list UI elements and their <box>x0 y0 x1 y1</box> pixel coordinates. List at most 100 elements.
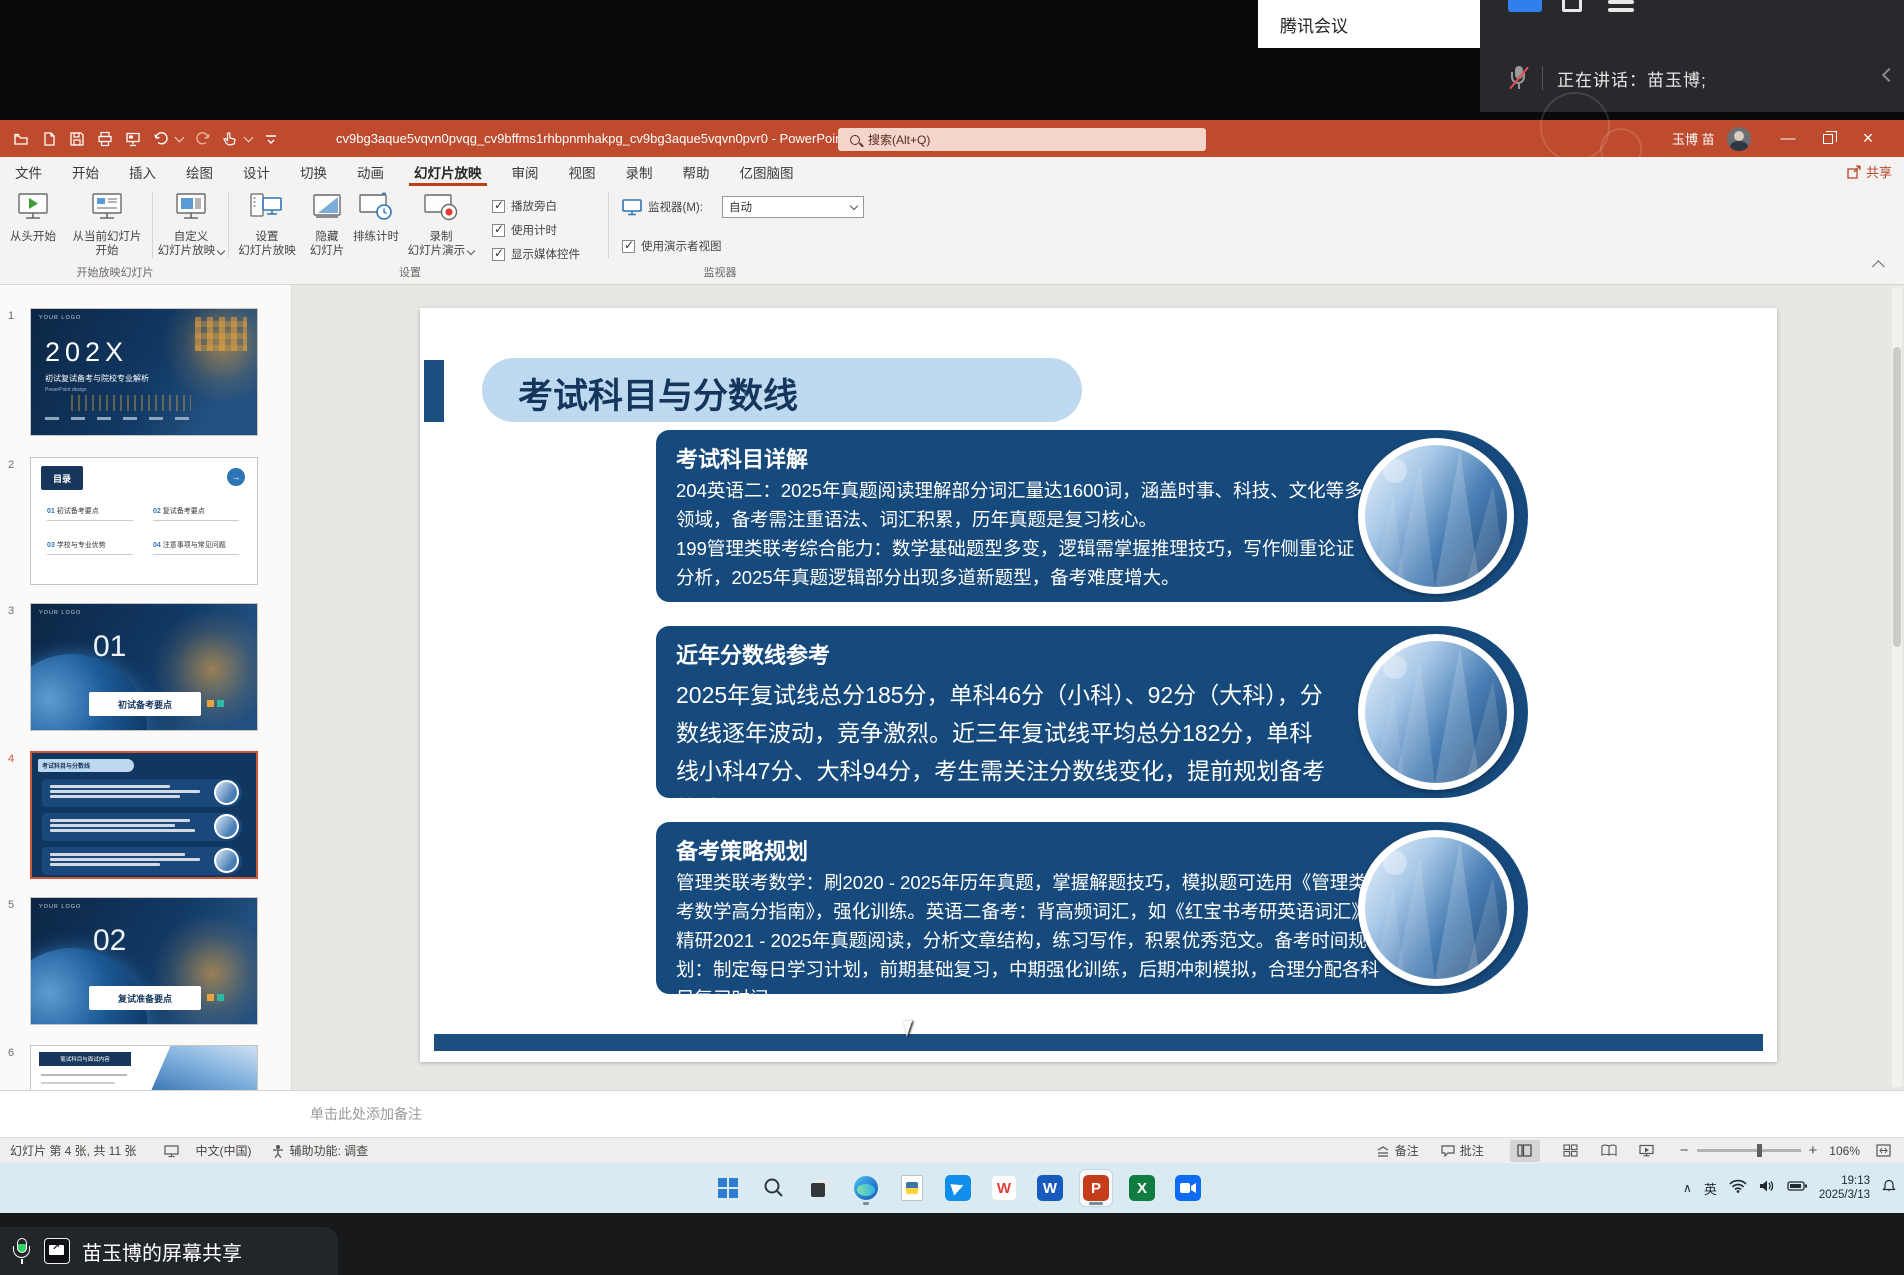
avatar[interactable] <box>1727 127 1751 151</box>
monitor-select[interactable]: 自动 <box>722 196 864 218</box>
zoom-out-button[interactable]: − <box>1680 1142 1689 1159</box>
tab-insert[interactable]: 插入 <box>114 157 171 186</box>
windows-taskbar: W W P X ∧ 英 <box>0 1163 1904 1213</box>
zoom-in-button[interactable]: + <box>1809 1142 1818 1159</box>
new-file-icon[interactable] <box>40 130 58 148</box>
hide-slide-button[interactable]: 隐藏 幻灯片 <box>304 190 350 258</box>
powerpoint-icon-active[interactable]: P <box>1080 1170 1112 1206</box>
setup-slideshow-button[interactable]: 设置 幻灯片放映 <box>232 190 302 258</box>
from-beginning-button[interactable]: 从头开始 <box>2 190 64 244</box>
tab-draw[interactable]: 绘图 <box>171 157 228 186</box>
custom-slideshow-button[interactable]: 自定义 幻灯片放映 <box>156 190 226 258</box>
blue-messenger-app-icon[interactable] <box>942 1170 974 1206</box>
python-file-icon[interactable] <box>896 1170 928 1206</box>
account-area[interactable]: 玉博 苗 <box>1672 120 1751 157</box>
tab-home[interactable]: 开始 <box>57 157 114 186</box>
close-button[interactable]: × <box>1848 120 1888 157</box>
tab-review[interactable]: 审阅 <box>497 157 554 186</box>
meeting-maximize-icon[interactable] <box>1562 0 1582 12</box>
undo-dropdown-icon[interactable] <box>175 132 185 142</box>
play-narrations-checkbox[interactable]: 播放旁白 <box>492 198 557 214</box>
thumbnail-slide-2[interactable]: 目录 → 01 初试备考要点 02 复试备考要点 03 学校与专业优势 04 注… <box>30 457 258 585</box>
tab-slideshow[interactable]: 幻灯片放映 <box>399 157 497 186</box>
redo-icon[interactable] <box>193 130 211 148</box>
tab-edraw[interactable]: 亿图脑图 <box>725 157 809 186</box>
tab-view[interactable]: 视图 <box>554 157 611 186</box>
notes-toggle[interactable]: 备注 <box>1376 1142 1419 1159</box>
use-presenter-view-checkbox[interactable]: 使用演示者视图 <box>622 238 722 254</box>
share-button[interactable]: 共享 <box>1847 157 1892 186</box>
tab-design[interactable]: 设计 <box>228 157 285 186</box>
slide-canvas[interactable]: 考试科目与分数线 考试科目详解 204英语二：2025年真题阅读理解部分词汇量达… <box>420 308 1777 1062</box>
tab-animations[interactable]: 动画 <box>342 157 399 186</box>
word-icon[interactable]: W <box>1034 1170 1066 1206</box>
meeting-window-tab[interactable]: 腾讯会议 <box>1258 0 1480 48</box>
print-preview-icon[interactable] <box>96 130 114 148</box>
wps-office-icon[interactable]: W <box>988 1170 1020 1206</box>
touch-mode-dropdown-icon[interactable] <box>244 132 254 142</box>
notes-pane[interactable]: 单击此处添加备注 <box>0 1090 1904 1137</box>
touch-mode-icon[interactable] <box>221 130 239 148</box>
input-language-indicator[interactable]: 英 <box>1704 1179 1717 1198</box>
language-status[interactable]: 中文(中国) <box>195 1142 251 1159</box>
notes-placeholder: 单击此处添加备注 <box>310 1104 422 1124</box>
tab-file[interactable]: 文件 <box>0 157 57 186</box>
vertical-scrollbar[interactable] <box>1892 287 1902 1087</box>
monitor-selected-value: 自动 <box>729 199 752 215</box>
block-photo-ring <box>1358 438 1514 594</box>
fit-slide-to-window-button[interactable] <box>1868 1140 1898 1162</box>
show-media-controls-checkbox[interactable]: 显示媒体控件 <box>492 246 580 262</box>
normal-view-button[interactable] <box>1510 1140 1540 1162</box>
zoom-slider-knob[interactable] <box>1757 1144 1762 1157</box>
meeting-minimize-icon[interactable] <box>1508 0 1542 12</box>
tab-record[interactable]: 录制 <box>611 157 668 186</box>
meeting-menu-icon[interactable] <box>1608 0 1634 12</box>
open-icon[interactable] <box>12 130 30 148</box>
accessibility-status[interactable]: 辅助功能: 调查 <box>289 1142 368 1159</box>
wifi-icon[interactable] <box>1729 1179 1747 1198</box>
use-timings-checkbox[interactable]: 使用计时 <box>492 222 557 238</box>
microphone-muted-icon <box>1510 66 1528 90</box>
reading-view-button[interactable] <box>1594 1140 1624 1162</box>
taskbar-clock[interactable]: 19:13 2025/3/13 <box>1819 1174 1870 1202</box>
display-settings-icon[interactable] <box>164 1144 179 1158</box>
record-slideshow-icon <box>423 190 459 230</box>
volume-icon[interactable] <box>1759 1179 1775 1198</box>
slide-title[interactable]: 考试科目与分数线 <box>518 368 798 419</box>
undo-icon[interactable] <box>152 130 170 148</box>
slideshow-view-button[interactable] <box>1632 1140 1662 1162</box>
collapse-ribbon-icon[interactable] <box>1872 260 1885 273</box>
qat-customize-icon[interactable] <box>262 130 280 148</box>
tab-help[interactable]: 帮助 <box>668 157 725 186</box>
checkbox-checked-icon <box>622 240 635 253</box>
minimize-button[interactable]: — <box>1768 120 1808 157</box>
slide-sorter-view-button[interactable] <box>1556 1140 1586 1162</box>
thumbnail-slide-4-selected[interactable]: 考试科目与分数线 <box>30 751 258 879</box>
restore-button[interactable] <box>1808 120 1848 157</box>
notification-bell-icon[interactable] <box>1882 1179 1896 1198</box>
meeting-app-icon[interactable] <box>1172 1170 1204 1206</box>
record-slideshow-button[interactable]: 录制 幻灯片演示 <box>402 190 480 258</box>
tray-expand-icon[interactable]: ∧ <box>1683 1181 1692 1195</box>
edge-browser-icon[interactable] <box>850 1170 882 1206</box>
thumbnail-slide-3[interactable]: YOUR LOGO 01 初试备考要点 <box>30 603 258 731</box>
excel-icon[interactable]: X <box>1126 1170 1158 1206</box>
block-heading: 考试科目详解 <box>676 442 808 474</box>
thumbnail-slide-5[interactable]: YOUR LOGO 02 复试准备要点 <box>30 897 258 1025</box>
from-current-slide-button[interactable]: 从当前幻灯片 开始 <box>64 190 150 258</box>
battery-icon[interactable] <box>1787 1179 1807 1197</box>
zoom-level[interactable]: 106% <box>1829 1144 1860 1158</box>
task-view-icon[interactable] <box>804 1170 836 1206</box>
save-icon[interactable] <box>68 130 86 148</box>
skyscraper-photo <box>1365 837 1507 979</box>
tab-transitions[interactable]: 切换 <box>285 157 342 186</box>
slideshow-icon[interactable] <box>124 130 142 148</box>
thumbnail-slide-6-partial[interactable]: 笔试科目与面试内容 <box>30 1045 258 1090</box>
zoom-slider[interactable] <box>1697 1149 1801 1152</box>
search-box[interactable]: 搜索(Alt+Q) <box>838 128 1206 151</box>
comments-toggle[interactable]: 批注 <box>1441 1142 1484 1159</box>
rehearse-timings-button[interactable]: 排练计时 <box>350 190 402 244</box>
thumbnail-slide-1[interactable]: YOUR LOGO 202X 初试复试备考与院校专业解析 PowerPoint … <box>30 308 258 436</box>
start-button[interactable] <box>712 1170 744 1206</box>
taskbar-search-icon[interactable] <box>758 1170 790 1206</box>
